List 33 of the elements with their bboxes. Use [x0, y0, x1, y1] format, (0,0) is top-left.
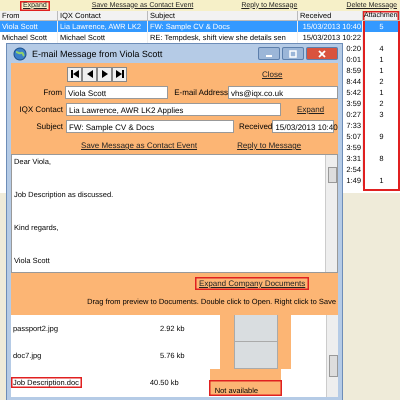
contact-field[interactable]: Lia Lawrence, AWR LK2 Applies: [66, 103, 281, 116]
action-link[interactable]: Save Message as Contact Event: [81, 141, 198, 150]
next-icon: [100, 70, 108, 78]
close-link[interactable]: Close: [262, 70, 282, 78]
maximize-button[interactable]: [282, 47, 304, 60]
scrollbar[interactable]: [326, 315, 338, 397]
previous-icon: [86, 70, 94, 78]
field-label: E-mail Address: [174, 88, 228, 97]
window-title: E-mail Message from Viola Scott: [32, 48, 162, 58]
nav-button[interactable]: [97, 66, 112, 82]
image-thumbnail[interactable]: [234, 314, 278, 342]
action-link[interactable]: Reply to Message: [237, 141, 302, 150]
field-label: IQX Contact: [18, 105, 63, 114]
field-label: Received: [239, 122, 272, 131]
close-icon: [318, 50, 326, 58]
last-record-icon: [116, 70, 124, 78]
minimize-button[interactable]: [258, 47, 280, 60]
close-button[interactable]: [306, 47, 338, 60]
nav-button[interactable]: [67, 66, 82, 82]
expand-documents-link[interactable]: Expand Company Documents: [195, 277, 310, 290]
nav-button[interactable]: [112, 66, 127, 82]
field-label: From: [42, 88, 62, 97]
maximize-icon: [289, 50, 297, 58]
first-record-icon: [70, 70, 78, 78]
image-thumbnail[interactable]: [234, 341, 278, 369]
subject-field[interactable]: FW: Sample CV & Docs: [66, 120, 234, 133]
email-field[interactable]: vhs@iqx.co.uk: [228, 86, 338, 99]
nav-button[interactable]: [82, 66, 97, 82]
expand-link[interactable]: Expand: [297, 105, 324, 114]
globe-icon: [13, 46, 27, 60]
from-field[interactable]: Viola Scott: [65, 86, 168, 99]
scrollbar[interactable]: [325, 155, 337, 272]
field-label: Subject: [35, 122, 63, 131]
